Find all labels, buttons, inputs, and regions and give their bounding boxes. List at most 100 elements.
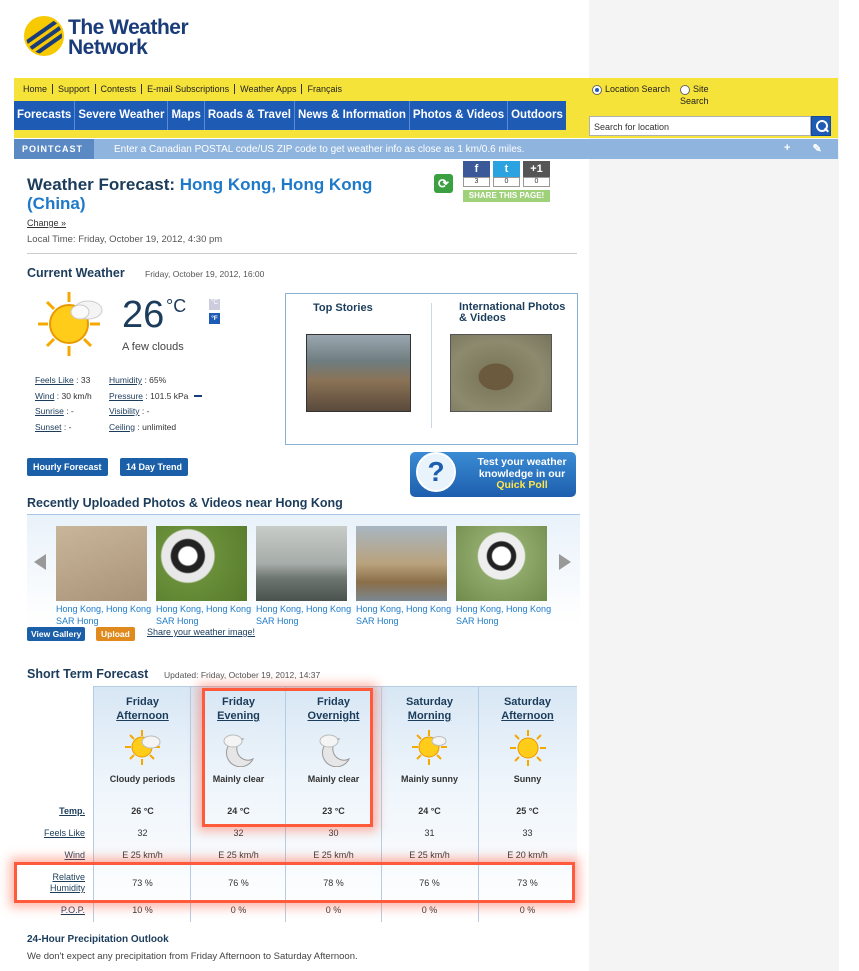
upload-button[interactable]: Upload bbox=[96, 627, 135, 641]
fahrenheit-toggle[interactable]: °F bbox=[209, 313, 220, 324]
plus-icon[interactable]: + bbox=[784, 142, 790, 155]
top-link-apps[interactable]: Weather Apps bbox=[235, 84, 303, 94]
top-link-home[interactable]: Home bbox=[18, 84, 54, 94]
gallery-caption[interactable]: Hong Kong, Hong Kong SAR Hong bbox=[156, 603, 252, 627]
gallery-photo-panda-2[interactable] bbox=[456, 526, 547, 601]
hourly-forecast-button[interactable]: Hourly Forecast bbox=[27, 458, 108, 476]
ceiling-value: : unlimited bbox=[137, 421, 177, 432]
top-link-francais[interactable]: Français bbox=[302, 84, 347, 94]
sun-cloud-icon bbox=[38, 292, 103, 356]
top-link-email[interactable]: E-mail Subscriptions bbox=[142, 84, 236, 94]
sunset-label[interactable]: Sunset bbox=[35, 422, 61, 432]
period-pop: 0 % bbox=[325, 905, 342, 915]
quick-poll-banner[interactable]: ? Test your weather knowledge in our Qui… bbox=[410, 452, 576, 497]
top-link-support[interactable]: Support bbox=[53, 84, 96, 94]
nav-news-information[interactable]: News & Information bbox=[295, 101, 410, 130]
current-stats-left: Feels Like : 33 Wind : 30 km/h Sunrise :… bbox=[35, 373, 92, 435]
change-location-link[interactable]: Change » bbox=[27, 218, 66, 228]
gallery-caption[interactable]: Hong Kong, Hong Kong SAR Hong bbox=[56, 603, 152, 627]
share-this-page[interactable]: SHARE THIS PAGE! bbox=[463, 190, 550, 202]
googleplus-icon: +1 bbox=[523, 161, 550, 177]
googleplus-button[interactable]: +1 0 bbox=[523, 161, 550, 187]
gallery-photo-flamingo[interactable] bbox=[56, 526, 147, 601]
period-header[interactable]: Saturday Afternoon bbox=[479, 695, 576, 723]
period-feels: 32 bbox=[233, 828, 244, 838]
gallery-caption[interactable]: Hong Kong, Hong Kong SAR Hong bbox=[356, 603, 452, 627]
period-temp: 24 °C bbox=[418, 806, 441, 816]
gallery-prev-icon[interactable] bbox=[34, 554, 46, 570]
gallery-caption[interactable]: Hong Kong, Hong Kong SAR Hong bbox=[256, 603, 352, 627]
wind-value: : 30 km/h bbox=[56, 390, 92, 401]
radio-location-label: Location Search bbox=[605, 84, 671, 94]
pointcast-logo[interactable]: POINTCAST bbox=[14, 139, 94, 159]
gallery-photo-skyline[interactable] bbox=[356, 526, 447, 601]
period-wind: E 25 km/h bbox=[122, 850, 163, 860]
current-condition: A few clouds bbox=[122, 341, 184, 353]
gallery-caption[interactable]: Hong Kong, Hong Kong SAR Hong bbox=[456, 603, 552, 627]
period-feels: 33 bbox=[522, 828, 533, 838]
visibility-label[interactable]: Visibility bbox=[109, 406, 140, 416]
edit-icon[interactable]: ✎ bbox=[812, 142, 821, 155]
international-photos-title[interactable]: International Photos & Videos bbox=[459, 302, 569, 324]
humidity-label[interactable]: Humidity bbox=[109, 375, 142, 385]
sunrise-label[interactable]: Sunrise bbox=[35, 406, 64, 416]
wind-label[interactable]: Wind bbox=[35, 391, 54, 401]
top-story-image[interactable] bbox=[306, 334, 411, 412]
share-image-link[interactable]: Share your weather image! bbox=[147, 627, 255, 637]
search-icon[interactable] bbox=[811, 116, 831, 136]
radio-location-search[interactable]: Location Search bbox=[592, 84, 670, 107]
pointcast-text[interactable]: Enter a Canadian POSTAL code/US ZIP code… bbox=[114, 144, 525, 155]
period-wind: E 20 km/h bbox=[507, 850, 548, 860]
facebook-button[interactable]: f3 bbox=[463, 161, 490, 187]
main-nav: Forecasts Severe Weather Maps Roads & Tr… bbox=[14, 101, 566, 130]
gallery-photo-panda-1[interactable] bbox=[156, 526, 247, 601]
page-title: Weather Forecast: Hong Kong, Hong Kong (… bbox=[27, 175, 417, 213]
title-prefix: Weather Forecast: bbox=[27, 175, 176, 194]
sunrise-value: : - bbox=[66, 406, 74, 416]
precip-title: 24-Hour Precipitation Outlook bbox=[27, 934, 169, 945]
top-stories-title[interactable]: Top Stories bbox=[313, 302, 373, 314]
top-links: Home Support Contests E-mail Subscriptio… bbox=[18, 84, 347, 94]
twitter-button[interactable]: t0 bbox=[493, 161, 520, 187]
ceiling-label[interactable]: Ceiling bbox=[109, 422, 135, 432]
top-link-contests[interactable]: Contests bbox=[96, 84, 143, 94]
view-gallery-button[interactable]: View Gallery bbox=[27, 627, 86, 641]
search-input[interactable]: Search for location bbox=[589, 116, 811, 136]
period-part: Afternoon bbox=[116, 710, 169, 722]
short-term-title: Short Term Forecast bbox=[27, 667, 149, 681]
period-wind: E 25 km/h bbox=[409, 850, 450, 860]
facebook-count: 3 bbox=[463, 177, 490, 187]
gallery-photo-skyline-storm[interactable] bbox=[256, 526, 347, 601]
refresh-icon[interactable]: ⟳ bbox=[434, 174, 453, 193]
wind-row-label[interactable]: Wind bbox=[27, 850, 85, 860]
question-icon: ? bbox=[416, 452, 456, 492]
period-condition: Sunny bbox=[513, 774, 542, 784]
stories-divider bbox=[431, 303, 432, 428]
celsius-toggle[interactable]: °C bbox=[209, 299, 220, 310]
gallery-next-icon[interactable] bbox=[559, 554, 571, 570]
period-day: Saturday bbox=[405, 696, 454, 708]
site-logo[interactable]: The Weather Network bbox=[24, 14, 204, 62]
nav-outdoors[interactable]: Outdoors bbox=[508, 101, 566, 130]
feels-like-label[interactable]: Feels Like bbox=[35, 375, 74, 385]
nav-photos-videos[interactable]: Photos & Videos bbox=[410, 101, 509, 130]
nav-roads-travel[interactable]: Roads & Travel bbox=[205, 101, 295, 130]
period-feels: 30 bbox=[328, 828, 339, 838]
temp-row-label[interactable]: Temp. bbox=[27, 806, 85, 816]
pressure-label[interactable]: Pressure bbox=[109, 391, 143, 401]
nav-severe-weather[interactable]: Severe Weather bbox=[75, 101, 169, 130]
nav-forecasts[interactable]: Forecasts bbox=[14, 101, 76, 130]
feels-row-label[interactable]: Feels Like bbox=[27, 828, 85, 838]
googleplus-count: 0 bbox=[523, 177, 550, 187]
humidity-value: : 65% bbox=[144, 375, 167, 385]
nav-maps[interactable]: Maps bbox=[168, 101, 205, 130]
pop-row-label[interactable]: P.O.P. bbox=[27, 905, 85, 915]
14-day-trend-button[interactable]: 14 Day Trend bbox=[120, 458, 189, 476]
logo-text-line2: Network bbox=[68, 36, 148, 59]
period-header[interactable]: Saturday Morning bbox=[381, 695, 478, 723]
sun-cloud-icon bbox=[125, 730, 161, 765]
turtle-photo-image[interactable] bbox=[450, 334, 552, 412]
radio-site-search[interactable]: Site Search bbox=[680, 83, 730, 107]
period-header[interactable]: Friday Afternoon bbox=[94, 695, 191, 723]
radio-unselected-icon bbox=[680, 84, 691, 95]
